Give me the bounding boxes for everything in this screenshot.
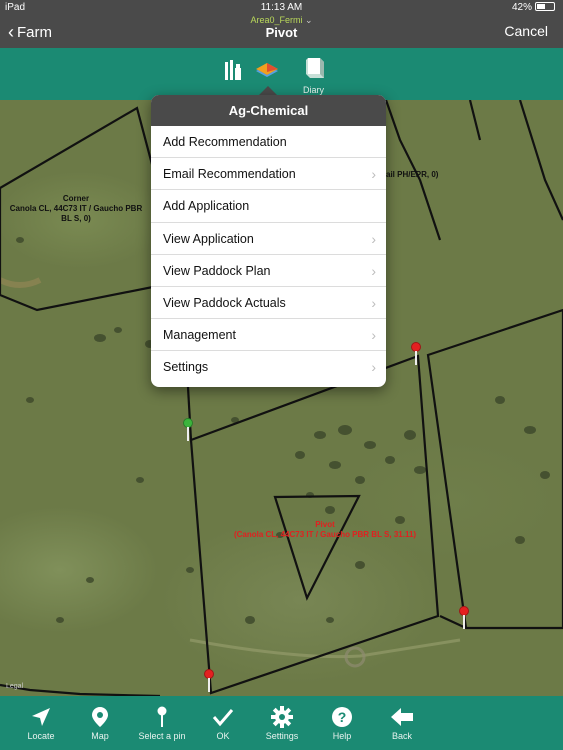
menu-item-label: View Paddock Actuals bbox=[163, 295, 286, 310]
chevron-right-icon: › bbox=[371, 166, 376, 183]
corner-paddock-label-text: Corner Canola CL, 44C73 IT / Gaucho PBR … bbox=[9, 194, 143, 223]
svg-text:?: ? bbox=[338, 709, 347, 725]
pin-stick bbox=[463, 615, 465, 629]
battery-percent: 42% bbox=[511, 2, 532, 13]
back-arrow-icon bbox=[391, 708, 413, 726]
menu-item-label: Settings bbox=[163, 360, 209, 375]
chevron-down-icon: ⌄ bbox=[305, 15, 313, 25]
ok-button[interactable]: OK bbox=[193, 696, 253, 750]
right-paddock-label: ail PH/EPR, 0) bbox=[386, 170, 439, 179]
gear-icon bbox=[271, 706, 293, 728]
menu-item-add-recommendation[interactable]: Add Recommendation bbox=[151, 126, 386, 159]
settings-button[interactable]: Settings bbox=[252, 696, 312, 750]
locate-label: Locate bbox=[27, 731, 55, 741]
help-label: Help bbox=[332, 731, 352, 741]
menu-item-label: Management bbox=[163, 328, 236, 343]
select-pin-icon bbox=[157, 706, 167, 727]
chevron-right-icon: › bbox=[371, 359, 376, 376]
navigation-bar: ‹ Farm Area0_Fermi ⌄ Pivot Cancel bbox=[0, 14, 563, 48]
area-name: Area0_Fermi bbox=[250, 15, 303, 25]
pivot-paddock-label: Pivot (Canola CL, 44C73 IT / Gaucho PBR … bbox=[233, 520, 417, 539]
menu-item-email-recommendation[interactable]: Email Recommendation › bbox=[151, 158, 386, 191]
menu-item-management[interactable]: Management › bbox=[151, 319, 386, 352]
help-icon: ? bbox=[332, 707, 352, 727]
bottom-toolbar: Locate Map Select a pin OK Settings ? He… bbox=[0, 696, 563, 750]
chevron-right-icon: › bbox=[371, 327, 376, 344]
corner-paddock-label: Corner Canola CL, 44C73 IT / Gaucho PBR … bbox=[0, 194, 156, 224]
diary-icon bbox=[306, 58, 324, 78]
layers-tool-button[interactable] bbox=[255, 62, 279, 83]
map-pin-red[interactable] bbox=[459, 606, 469, 630]
page-title: Pivot bbox=[265, 25, 298, 40]
menu-item-add-application[interactable]: Add Application bbox=[151, 190, 386, 223]
menu-item-label: Email Recommendation bbox=[163, 167, 296, 182]
pin-stick bbox=[187, 427, 189, 441]
checkmark-icon bbox=[212, 709, 234, 727]
menu-item-label: Add Recommendation bbox=[163, 135, 287, 149]
battery-indicator: 42% bbox=[512, 2, 555, 13]
help-button[interactable]: ? Help bbox=[312, 696, 372, 750]
diary-tool-button[interactable] bbox=[304, 56, 326, 85]
back-label: Back bbox=[391, 731, 412, 741]
select-pin-label: Select a pin bbox=[138, 731, 186, 741]
map-button[interactable]: Map bbox=[70, 696, 130, 750]
locate-icon bbox=[32, 708, 50, 726]
pin-stick bbox=[208, 678, 210, 692]
status-bar: iPad 11:13 AM 42% bbox=[0, 0, 563, 14]
ag-chemical-popover: Ag-Chemical Add Recommendation Email Rec… bbox=[151, 95, 386, 387]
pin-stick bbox=[415, 351, 417, 365]
menu-item-view-paddock-actuals[interactable]: View Paddock Actuals › bbox=[151, 287, 386, 320]
chevron-right-icon: › bbox=[371, 294, 376, 311]
layers-icon bbox=[256, 63, 278, 77]
menu-item-view-application[interactable]: View Application › bbox=[151, 223, 386, 255]
select-pin-button[interactable]: Select a pin bbox=[132, 696, 192, 750]
ok-label: OK bbox=[216, 731, 230, 741]
menu-item-settings[interactable]: Settings › bbox=[151, 351, 386, 383]
legal-link[interactable]: Legal bbox=[6, 683, 23, 690]
diary-label: Diary bbox=[303, 85, 325, 95]
back-button[interactable]: Back bbox=[372, 696, 432, 750]
map-pin-red[interactable] bbox=[204, 669, 214, 693]
chevron-right-icon: › bbox=[371, 230, 376, 247]
menu-item-view-paddock-plan[interactable]: View Paddock Plan › bbox=[151, 255, 386, 287]
settings-label: Settings bbox=[265, 731, 299, 741]
mode-toolbar bbox=[0, 48, 563, 100]
map-label: Map bbox=[91, 731, 109, 741]
battery-icon bbox=[535, 2, 555, 11]
sprayer-tool-button[interactable] bbox=[222, 58, 244, 87]
menu-item-label: View Paddock Plan bbox=[163, 263, 271, 278]
menu-item-label: Add Application bbox=[163, 199, 250, 214]
clock: 11:13 AM bbox=[260, 2, 303, 13]
menu-item-label: View Application bbox=[163, 231, 254, 246]
locate-button[interactable]: Locate bbox=[11, 696, 71, 750]
popover-title: Ag-Chemical bbox=[151, 95, 386, 126]
map-pin-icon bbox=[92, 707, 108, 727]
chevron-right-icon: › bbox=[371, 262, 376, 279]
cancel-button[interactable]: Cancel bbox=[504, 23, 548, 39]
map-pin-red[interactable] bbox=[411, 342, 421, 366]
sprayer-icon bbox=[225, 60, 241, 80]
map-pin-green[interactable] bbox=[183, 418, 193, 442]
